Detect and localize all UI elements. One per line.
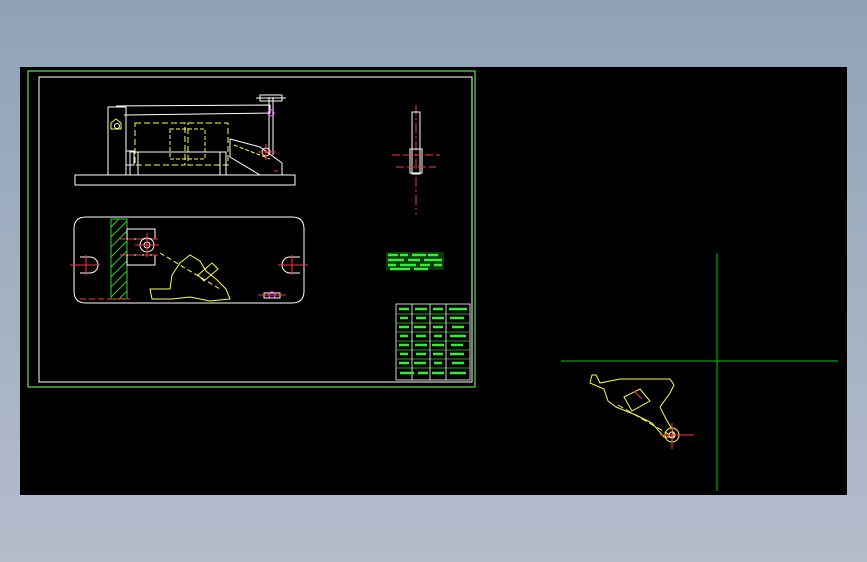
base-plate (74, 174, 296, 186)
top-arm (115, 104, 271, 116)
crosshair-cursor (561, 253, 838, 491)
left-post (107, 106, 127, 176)
sheet-outer-border (27, 70, 476, 388)
bracket-part (149, 254, 231, 302)
clamp-body (129, 151, 227, 176)
title-block (395, 303, 471, 381)
detail-part (589, 374, 694, 449)
detail-bracket (589, 374, 675, 438)
plan-view (70, 216, 308, 304)
technical-notes (386, 252, 444, 271)
plan-outline (73, 216, 305, 304)
front-view (74, 94, 296, 186)
cad-viewport[interactable] (20, 67, 847, 495)
side-view (392, 105, 440, 215)
linkage-arm (229, 138, 283, 176)
cad-drawing (27, 70, 838, 491)
